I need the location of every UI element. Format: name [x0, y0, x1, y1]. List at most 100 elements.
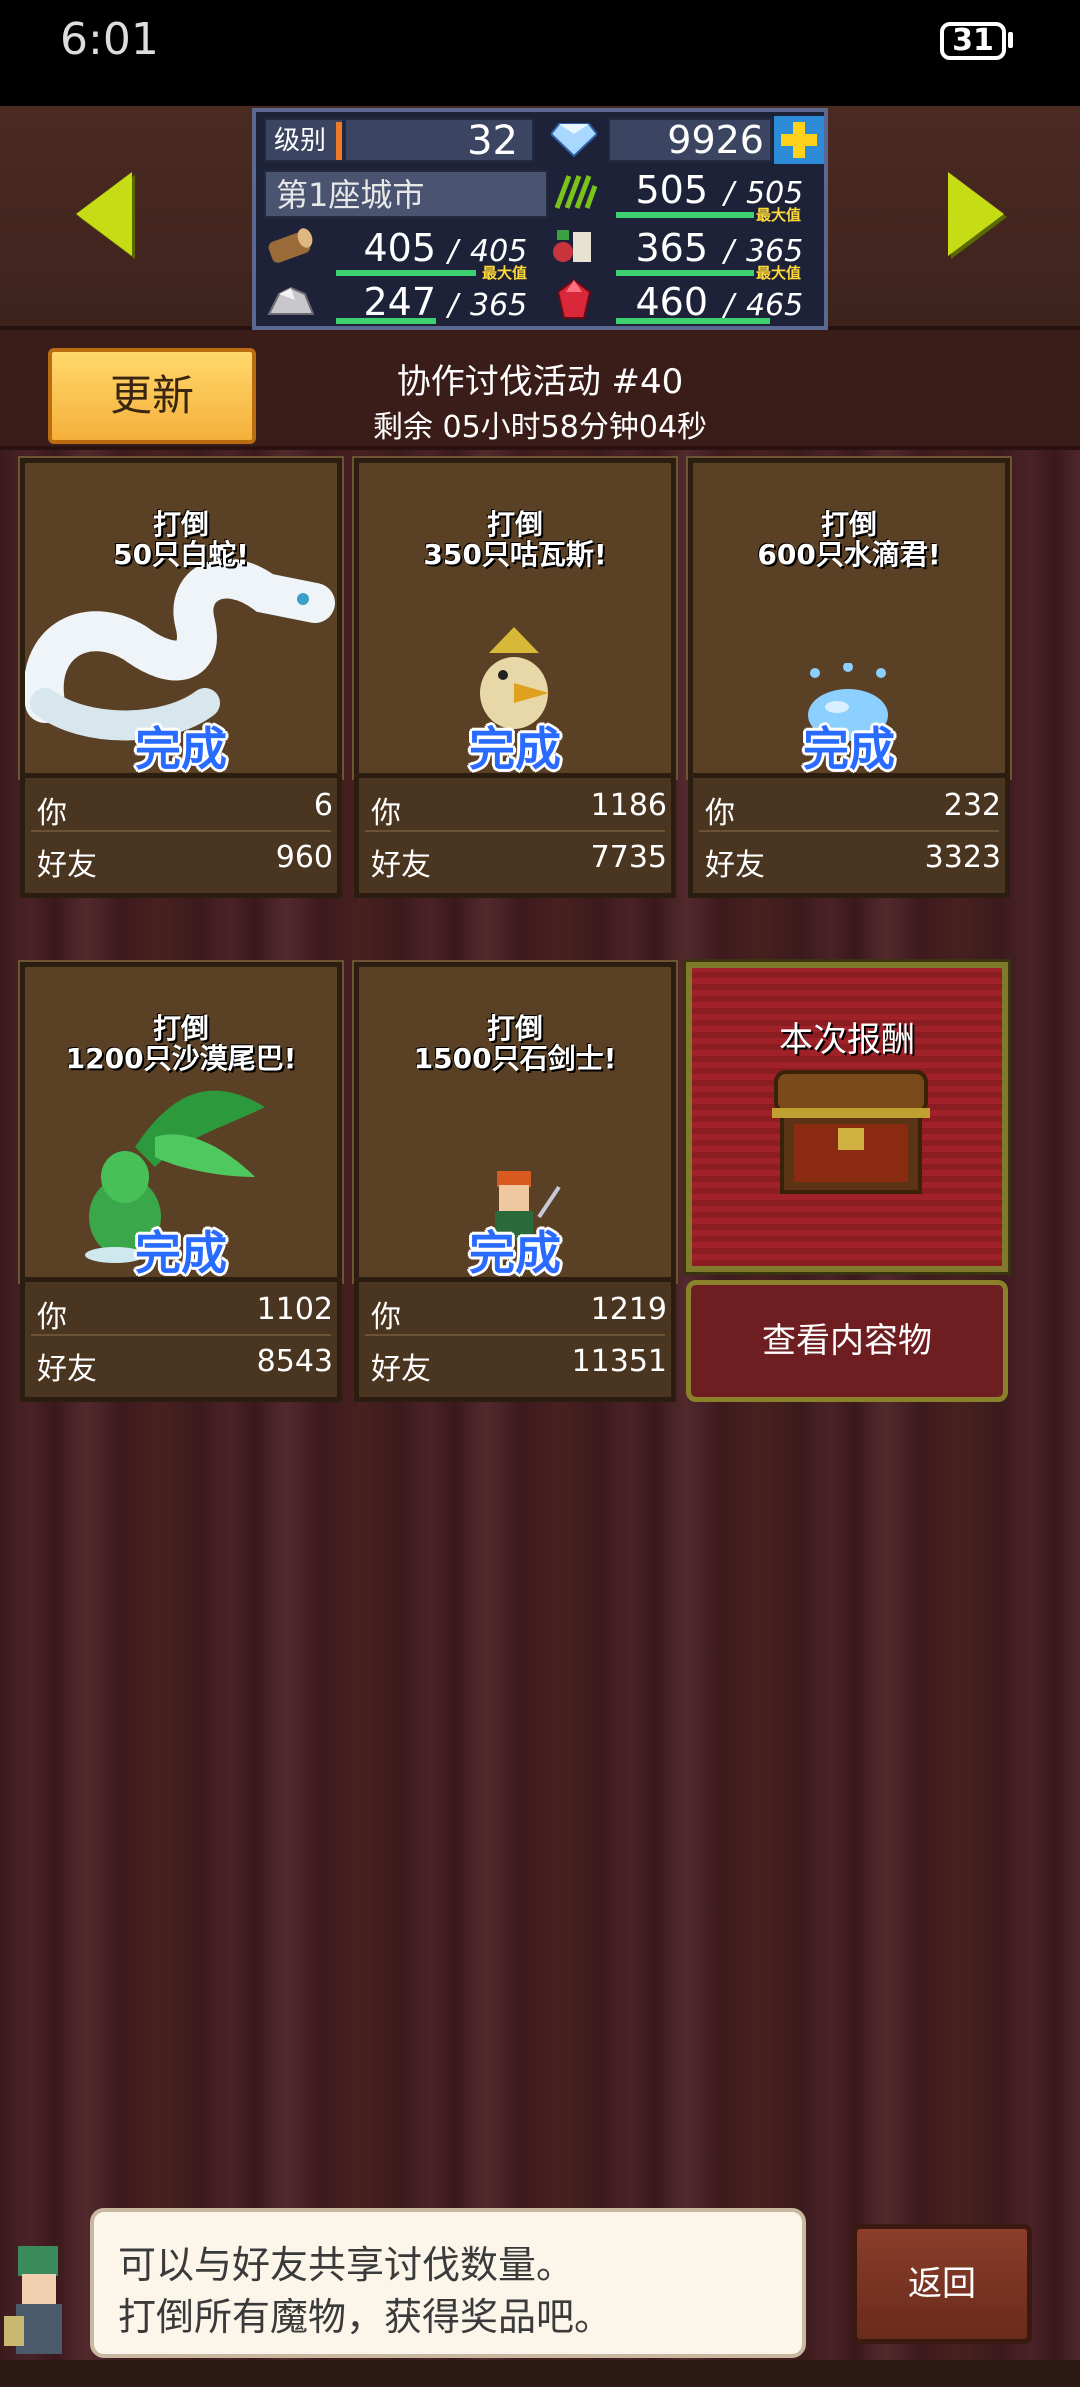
- plus-icon[interactable]: [774, 116, 824, 164]
- quest-target: 600只水滴君!: [757, 538, 941, 571]
- quest-card[interactable]: 打倒 50只白蛇! 完成 你 6 好友 960: [18, 456, 344, 898]
- grass-value: 505: [635, 168, 708, 212]
- ore-max: 365: [470, 288, 528, 323]
- quest-image: 打倒 600只水滴君! 完成: [686, 456, 1012, 780]
- view-contents-button[interactable]: 查看内容物: [686, 1280, 1008, 1402]
- grass-bar: [616, 212, 754, 218]
- you-label: 你: [37, 796, 67, 831]
- level-value: 32: [344, 118, 534, 162]
- friend-label: 好友: [371, 1352, 431, 1387]
- reward-panel: 本次报酬: [683, 959, 1011, 1275]
- gem-icon: [546, 118, 602, 162]
- hint-dialog: 可以与好友共享讨伐数量。 打倒所有魔物，获得奖品吧。: [90, 2208, 806, 2358]
- wood-bar: [336, 270, 476, 276]
- quest-image: 打倒 1200只沙漠尾巴! 完成: [18, 960, 344, 1284]
- wood-slash: /: [448, 234, 459, 269]
- divider: [31, 1334, 331, 1336]
- quest-status: 完成: [803, 722, 895, 776]
- stats-panel: 级别 32 9926 第1座城市 505 / 505 最大值 405 / 405…: [252, 108, 828, 330]
- friend-count: 960: [275, 840, 333, 875]
- gem-count: 9926: [667, 118, 764, 162]
- hint-line-1: 可以与好友共享讨伐数量。: [118, 2243, 575, 2287]
- quest-card[interactable]: 打倒 1500只石剑士! 完成 你 1219 好友 11351: [352, 960, 678, 1402]
- refresh-button[interactable]: 更新: [48, 348, 256, 444]
- event-remaining-time: 剩余 05小时58分钟04秒: [372, 410, 708, 445]
- quest-card[interactable]: 打倒 1200只沙漠尾巴! 完成 你 1102 好友 8543: [18, 960, 344, 1402]
- quest-status: 完成: [135, 722, 227, 776]
- food-bar: [616, 270, 754, 276]
- chest-icon: [772, 1070, 930, 1194]
- ore-slash: /: [448, 288, 459, 323]
- you-label: 你: [371, 796, 401, 831]
- divider: [699, 830, 999, 832]
- bottom-strip: [0, 2360, 1080, 2387]
- you-count: 1102: [256, 1292, 333, 1327]
- you-count: 1219: [590, 1292, 667, 1327]
- quest-card[interactable]: 打倒 600只水滴君! 完成 你 232 好友 3323: [686, 456, 1012, 898]
- quest-stats: 你 232 好友 3323: [688, 778, 1010, 898]
- reward-card: 本次报酬 查看内容物: [683, 959, 1011, 1402]
- divider: [365, 1334, 665, 1336]
- food-value: 365: [635, 226, 708, 270]
- grass-slash: /: [724, 176, 735, 211]
- quest-status: 完成: [135, 1226, 227, 1280]
- ruby-bar: [616, 318, 770, 324]
- grass-icon: [546, 170, 602, 214]
- wood-icon: [262, 224, 318, 268]
- you-label: 你: [371, 1300, 401, 1335]
- battery-icon: 31: [940, 22, 1006, 60]
- ore-bar: [336, 318, 436, 324]
- you-label: 你: [37, 1300, 67, 1335]
- you-count: 232: [943, 788, 1001, 823]
- level-label: 级别: [264, 118, 344, 162]
- quest-image: 打倒 350只咕瓦斯! 完成: [352, 456, 678, 780]
- quest-card[interactable]: 打倒 350只咕瓦斯! 完成 你 1186 好友 7735: [352, 456, 678, 898]
- you-label: 你: [705, 796, 735, 831]
- ore-icon: [262, 278, 318, 322]
- quest-status: 完成: [469, 722, 561, 776]
- friend-label: 好友: [37, 1352, 97, 1387]
- food-icon: [546, 224, 602, 268]
- ruby-icon: [546, 278, 602, 322]
- event-title: 协作讨伐活动 #40: [396, 362, 684, 402]
- quest-image: 打倒 50只白蛇! 完成: [18, 456, 344, 780]
- quest-target: 1500只石剑士!: [413, 1042, 617, 1075]
- quest-target: 1200只沙漠尾巴!: [65, 1042, 297, 1075]
- friend-label: 好友: [371, 848, 431, 883]
- divider: [31, 830, 331, 832]
- level-bar: [336, 122, 342, 160]
- reward-title: 本次报酬: [779, 1020, 915, 1060]
- friend-count: 8543: [256, 1344, 333, 1379]
- wood-value: 405: [363, 226, 436, 270]
- quest-target: 50只白蛇!: [113, 538, 249, 571]
- you-count: 6: [313, 788, 333, 823]
- quest-status: 完成: [469, 1226, 561, 1280]
- clock: 6:01: [60, 14, 159, 65]
- friend-count: 3323: [924, 840, 1001, 875]
- you-count: 1186: [590, 788, 667, 823]
- city-name: 第1座城市: [264, 170, 548, 218]
- quest-stats: 你 1102 好友 8543: [20, 1282, 342, 1402]
- quest-stats: 你 1186 好友 7735: [354, 778, 676, 898]
- friend-count: 11351: [571, 1344, 667, 1379]
- arrow-right-icon[interactable]: [948, 172, 1004, 256]
- quest-target: 350只咕瓦斯!: [423, 538, 607, 571]
- friend-count: 7735: [590, 840, 667, 875]
- friend-label: 好友: [37, 848, 97, 883]
- ruby-value: 460: [635, 280, 708, 324]
- quest-stats: 你 6 好友 960: [20, 778, 342, 898]
- ore-value: 247: [363, 280, 436, 324]
- quest-stats: 你 1219 好友 11351: [354, 1282, 676, 1402]
- back-button[interactable]: 返回: [852, 2224, 1032, 2344]
- divider: [365, 830, 665, 832]
- arrow-left-icon[interactable]: [76, 172, 132, 256]
- quest-image: 打倒 1500只石剑士! 完成: [352, 960, 678, 1284]
- food-max-tag: 最大值: [756, 264, 802, 282]
- hint-line-2: 打倒所有魔物，获得奖品吧。: [118, 2295, 613, 2339]
- avatar: [0, 2216, 84, 2366]
- battery-tip: [1008, 32, 1013, 48]
- grass-max-tag: 最大值: [756, 206, 802, 224]
- friend-label: 好友: [705, 848, 765, 883]
- food-slash: /: [724, 234, 735, 269]
- wood-max-tag: 最大值: [482, 264, 528, 282]
